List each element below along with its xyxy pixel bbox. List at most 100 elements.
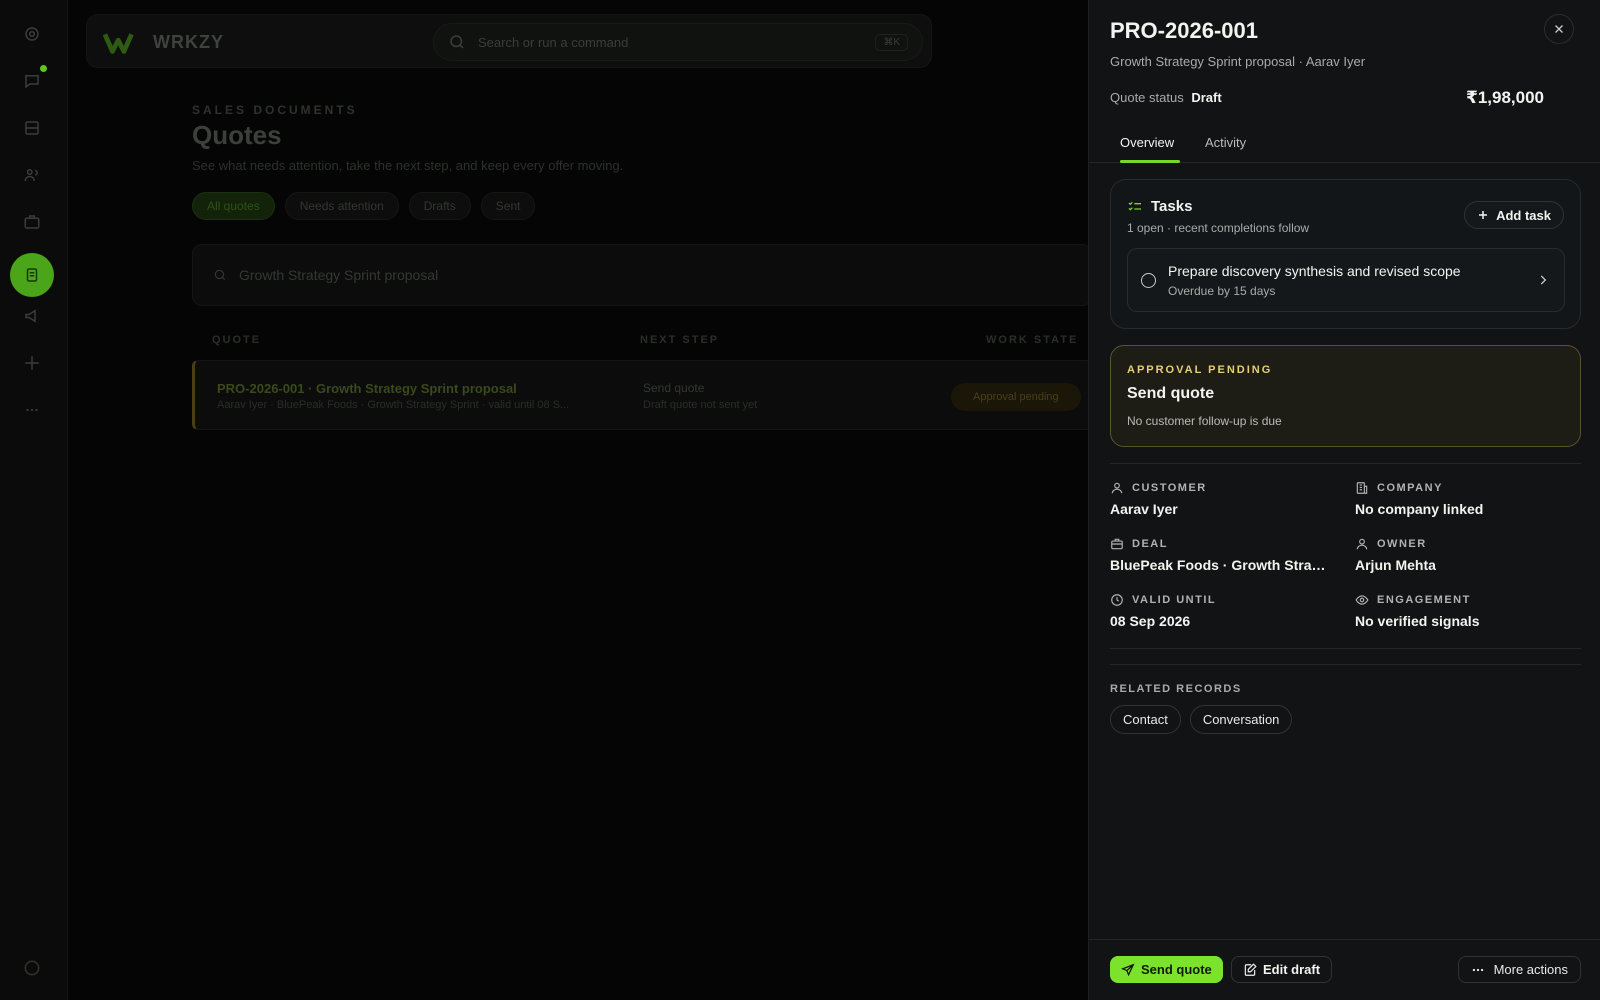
status-badge: Approval pending: [951, 383, 1081, 411]
row-title: PRO-2026-001 · Growth Strategy Sprint pr…: [217, 381, 517, 396]
close-button[interactable]: [1544, 14, 1574, 44]
tab-activity[interactable]: Activity: [1205, 135, 1246, 150]
settings-icon[interactable]: [22, 958, 42, 978]
tasks-subtitle: 1 open · recent completions follow: [1127, 221, 1310, 235]
divider: [1110, 664, 1581, 665]
send-quote-label: Send quote: [1141, 962, 1212, 977]
page-title: Quotes: [192, 120, 282, 150]
users-icon[interactable]: [19, 162, 45, 188]
quote-status-label: Quote status: [1110, 90, 1184, 105]
more-icon[interactable]: [19, 397, 45, 423]
meta-valid-until-label-text: VALID UNTIL: [1132, 594, 1217, 606]
row-next-step: Send quote: [643, 381, 705, 395]
quote-id: PRO-2026-001: [1110, 18, 1258, 43]
edit-icon: [1244, 962, 1257, 976]
meta-valid-until-value: 08 Sep 2026: [1110, 613, 1191, 629]
quotes-nav-active[interactable]: [10, 253, 54, 297]
table-row[interactable]: PRO-2026-001 · Growth Strategy Sprint pr…: [192, 360, 1092, 430]
meta-company-label-text: COMPANY: [1377, 482, 1443, 494]
meta-customer-label-text: CUSTOMER: [1132, 482, 1207, 494]
chat-icon[interactable]: [19, 68, 45, 94]
tasks-header: Tasks: [1127, 198, 1192, 215]
meta-owner-label-text: OWNER: [1377, 538, 1427, 550]
task-item[interactable]: Prepare discovery synthesis and revised …: [1127, 248, 1565, 312]
row-meta: Aarav Iyer · BluePeak Foods · Growth Str…: [217, 399, 570, 411]
drawer-footer: Send quote Edit draft More actions: [1089, 939, 1600, 1000]
column-header-work-state: WORK STATE: [986, 334, 1079, 346]
chip-needs-attention[interactable]: Needs attention: [284, 192, 399, 220]
section-eyebrow: SALES DOCUMENTS: [192, 103, 358, 117]
global-search[interactable]: Search or run a command ⌘K: [433, 23, 923, 61]
task-title: Prepare discovery synthesis and revised …: [1168, 263, 1461, 279]
more-actions-button[interactable]: More actions: [1457, 956, 1581, 983]
task-due: Overdue by 15 days: [1168, 284, 1276, 298]
search-icon: [450, 35, 464, 49]
meta-valid-until-label: VALID UNTIL: [1110, 593, 1330, 607]
nav-rail: [0, 0, 68, 1000]
edit-draft-label: Edit draft: [1263, 962, 1321, 977]
related-conversation-chip[interactable]: Conversation: [1189, 705, 1293, 734]
meta-engagement: ENGAGEMENT No verified signals: [1355, 593, 1575, 629]
meta-deal-label-text: DEAL: [1132, 538, 1168, 550]
related-contact-chip[interactable]: Contact: [1110, 705, 1181, 734]
divider: [1110, 648, 1581, 649]
more-actions-label: More actions: [1493, 962, 1568, 977]
chevron-right-icon: [1540, 275, 1547, 285]
meta-valid-until: VALID UNTIL 08 Sep 2026: [1110, 593, 1330, 629]
edit-draft-button[interactable]: Edit draft: [1231, 956, 1333, 983]
tasks-card: Tasks 1 open · recent completions follow…: [1110, 179, 1581, 329]
sparkle-icon[interactable]: [19, 350, 45, 376]
tab-overview[interactable]: Overview: [1120, 135, 1174, 150]
document-icon: [26, 268, 38, 282]
meta-owner: OWNER Arjun Mehta: [1355, 537, 1575, 573]
chip-all-quotes[interactable]: All quotes: [192, 192, 275, 220]
logo-mark-icon: [103, 33, 134, 54]
meta-deal-label: DEAL: [1110, 537, 1330, 551]
plus-icon: [1479, 211, 1488, 219]
meta-engagement-value: No verified signals: [1355, 613, 1480, 629]
meta-engagement-label: ENGAGEMENT: [1355, 593, 1575, 607]
row-next-step-detail: Draft quote not sent yet: [643, 399, 758, 411]
page-subtitle: See what needs attention, take the next …: [192, 158, 624, 173]
meta-engagement-label-text: ENGAGEMENT: [1377, 594, 1471, 606]
send-quote-button[interactable]: Send quote: [1110, 956, 1223, 983]
quote-status: Quote status Draft: [1110, 90, 1222, 105]
filter-chips: All quotes Needs attention Drafts Sent: [192, 192, 536, 220]
quote-status-value: Draft: [1191, 90, 1222, 105]
tab-active-indicator: [1120, 160, 1180, 163]
chip-drafts[interactable]: Drafts: [408, 192, 471, 220]
quote-amount: ₹1,98,000: [1465, 88, 1544, 107]
search-shortcut: ⌘K: [875, 33, 908, 51]
approval-title: Send quote: [1127, 385, 1215, 402]
megaphone-icon[interactable]: [19, 303, 45, 329]
approval-subtitle: No customer follow-up is due: [1127, 414, 1282, 428]
meta-deal-value[interactable]: BluePeak Foods · Growth Strategy Sprint: [1110, 557, 1328, 573]
approval-eyebrow: APPROVAL PENDING: [1127, 364, 1273, 376]
add-task-label: Add task: [1496, 207, 1551, 223]
related-records: Contact Conversation: [1110, 705, 1293, 734]
meta-customer: CUSTOMER Aarav Iyer: [1110, 481, 1330, 517]
clock-icon: [1111, 594, 1123, 606]
meta-company-value: No company linked: [1355, 501, 1484, 517]
quote-search-input[interactable]: Growth Strategy Sprint proposal: [192, 244, 1092, 306]
logo[interactable]: WRKZY: [103, 28, 224, 56]
home-icon[interactable]: [19, 21, 45, 47]
approval-card: APPROVAL PENDING Send quote No customer …: [1110, 345, 1581, 447]
task-checkbox[interactable]: [1141, 273, 1156, 288]
send-icon: [1121, 963, 1135, 976]
quote-subtitle: Growth Strategy Sprint proposal · Aarav …: [1110, 54, 1366, 69]
grid-icon[interactable]: [19, 115, 45, 141]
meta-company: COMPANY No company linked: [1355, 481, 1575, 517]
quote-search-value: Growth Strategy Sprint proposal: [239, 267, 439, 283]
eye-icon: [1355, 595, 1369, 605]
user-icon: [1111, 482, 1123, 494]
chip-sent[interactable]: Sent: [480, 192, 536, 220]
search-placeholder: Search or run a command: [478, 34, 629, 50]
add-task-button[interactable]: Add task: [1464, 201, 1564, 229]
meta-customer-value: Aarav Iyer: [1110, 501, 1178, 517]
search-icon: [214, 269, 226, 281]
ellipsis-icon: [1472, 968, 1483, 971]
briefcase-icon[interactable]: [19, 209, 45, 235]
related-records-label: RELATED RECORDS: [1110, 683, 1242, 695]
logo-text: WRKZY: [153, 31, 224, 52]
